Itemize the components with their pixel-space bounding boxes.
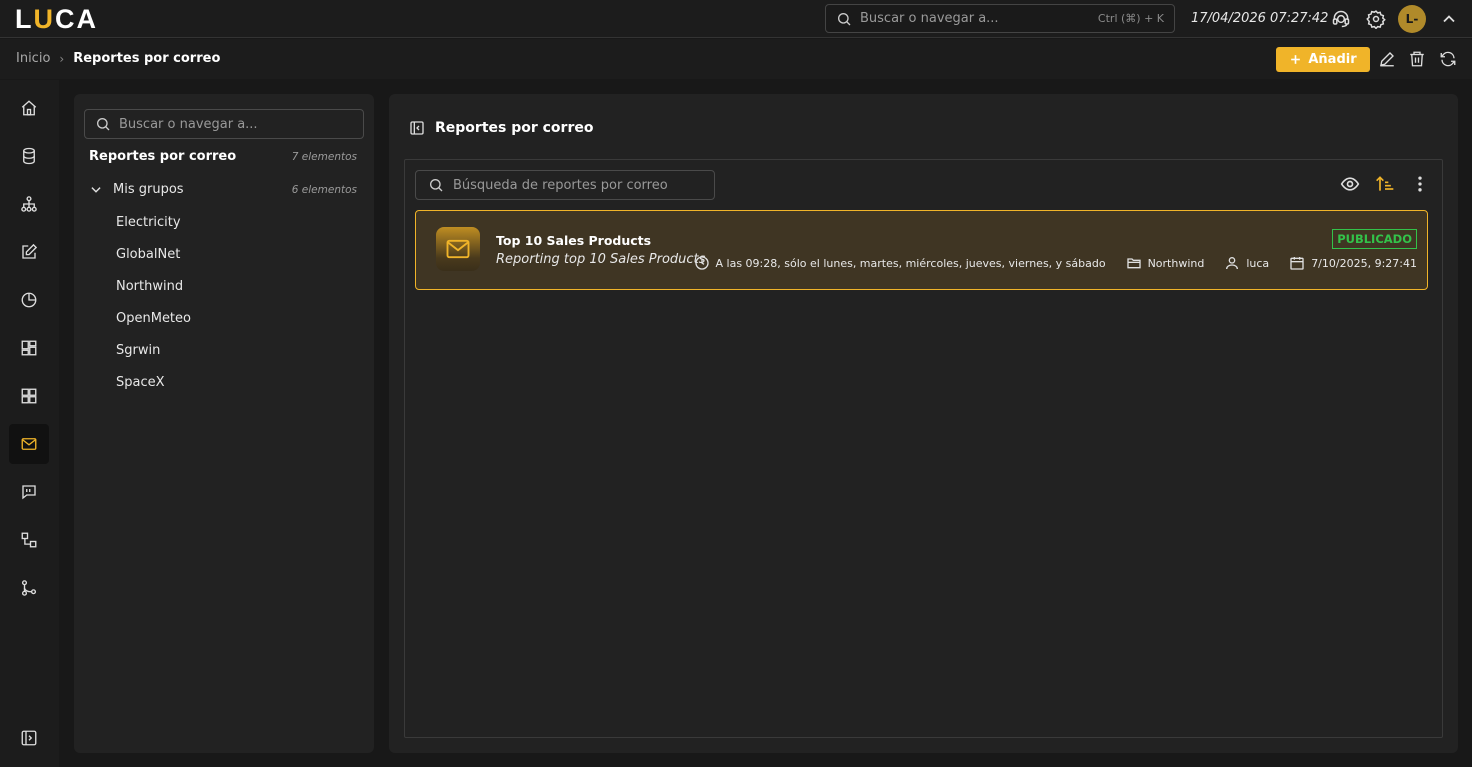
tree-panel: Buscar o navegar a... Reportes por corre… — [74, 94, 374, 753]
reports-search-placeholder: Búsqueda de reportes por correo — [453, 177, 668, 193]
tree-item-openmeteo[interactable]: OpenMeteo — [116, 311, 191, 326]
sidebar-expand-icon — [21, 730, 37, 746]
page-title: Reportes por correo — [435, 120, 594, 136]
nav-dashboards[interactable] — [9, 328, 49, 368]
main-header: Reportes por correo — [409, 120, 593, 136]
tree-title: Reportes por correo — [89, 149, 237, 164]
add-button[interactable]: Añadir — [1276, 47, 1370, 72]
chevron-up-icon[interactable] — [1439, 9, 1459, 29]
nav-models[interactable] — [9, 184, 49, 224]
eye-icon[interactable] — [1340, 174, 1360, 194]
search-icon — [838, 12, 851, 25]
trash-icon[interactable] — [1408, 50, 1426, 68]
luca-logo[interactable]: LUCA — [15, 4, 98, 35]
plus-icon — [1291, 55, 1301, 64]
refresh-icon[interactable] — [1439, 50, 1457, 68]
nav-apps[interactable] — [9, 376, 49, 416]
nav-expand[interactable] — [9, 718, 49, 758]
report-title: Top 10 Sales Products — [496, 233, 652, 248]
more-vertical-icon[interactable] — [1410, 174, 1430, 194]
clock-icon — [694, 256, 709, 270]
pencil-icon[interactable] — [1378, 50, 1396, 68]
report-mail-icon — [436, 227, 480, 271]
report-meta: A las 09:28, sólo el lunes, martes, miér… — [694, 255, 1417, 271]
gear-icon[interactable] — [1366, 9, 1386, 29]
nav-home[interactable] — [9, 88, 49, 128]
tree-search-placeholder: Buscar o navegar a... — [119, 116, 258, 132]
sort-ascending-icon[interactable] — [1375, 174, 1395, 194]
tree-search-input[interactable]: Buscar o navegar a... — [84, 109, 364, 139]
reports-list-container: Búsqueda de reportes por correo Top 10 S… — [404, 159, 1443, 738]
tree-item-sgrwin[interactable]: Sgrwin — [116, 343, 160, 358]
tree-item-northwind[interactable]: Northwind — [116, 279, 183, 294]
left-nav-rail — [0, 80, 59, 767]
calendar-icon — [1290, 257, 1304, 270]
search-icon — [430, 179, 443, 192]
status-badge: PUBLICADO — [1332, 229, 1417, 249]
report-date: 7/10/2025, 9:27:41 — [1311, 256, 1417, 270]
sub-bar: Inicio › Reportes por correo Añadir — [0, 39, 1472, 79]
user-icon — [1226, 257, 1239, 270]
home-icon — [21, 100, 37, 116]
hierarchy-icon — [21, 196, 37, 212]
tree-group-my-groups[interactable]: Mis grupos 6 elementos — [89, 182, 357, 197]
grid-icon — [21, 388, 37, 404]
breadcrumb-current: Reportes por correo — [73, 51, 221, 66]
add-button-label: Añadir — [1308, 52, 1357, 67]
nav-charts[interactable] — [9, 280, 49, 320]
database-icon — [23, 147, 35, 165]
global-search-placeholder: Buscar o navegar a... — [860, 11, 999, 26]
breadcrumb: Inicio › Reportes por correo — [16, 51, 220, 66]
folder-icon — [1126, 258, 1141, 269]
global-search-input[interactable]: Buscar o navegar a... Ctrl (⌘) + K — [825, 4, 1175, 33]
pie-chart-icon — [21, 292, 37, 308]
tree-count: 7 elementos — [291, 150, 357, 163]
nav-branches[interactable] — [9, 568, 49, 608]
nav-chat[interactable] — [9, 472, 49, 512]
nav-workflows[interactable] — [9, 520, 49, 560]
nav-email-reports[interactable] — [9, 424, 49, 464]
nav-data-sources[interactable] — [9, 136, 49, 176]
dashboard-icon — [21, 340, 37, 356]
search-shortcut-hint: Ctrl (⌘) + K — [1097, 12, 1164, 25]
tree-item-globalnet[interactable]: GlobalNet — [116, 247, 180, 262]
main-panel: Reportes por correo Búsqueda de reportes… — [389, 94, 1458, 753]
tree-group-label: Mis grupos — [113, 182, 184, 197]
support-agent-icon[interactable] — [1331, 9, 1351, 29]
chat-icon — [22, 485, 36, 500]
mail-icon — [21, 438, 37, 450]
report-subtitle: Reporting top 10 Sales Products — [496, 252, 706, 267]
collapse-panel-icon[interactable] — [409, 120, 425, 136]
edit-icon — [22, 243, 38, 259]
tree-item-electricity[interactable]: Electricity — [116, 215, 181, 230]
report-folder: Northwind — [1147, 256, 1205, 270]
breadcrumb-home-link[interactable]: Inicio — [16, 51, 50, 66]
reports-search-input[interactable]: Búsqueda de reportes por correo — [415, 170, 715, 200]
current-datetime: 17/04/2026 07:27:42 — [1191, 11, 1329, 26]
branch-icon — [21, 580, 37, 596]
tree-group-count: 6 elementos — [291, 183, 357, 196]
report-schedule: A las 09:28, sólo el lunes, martes, miér… — [715, 256, 1106, 270]
tree-item-spacex[interactable]: SpaceX — [116, 375, 165, 390]
report-owner: luca — [1246, 256, 1270, 270]
nav-editor[interactable] — [9, 232, 49, 272]
top-bar: LUCA Buscar o navegar a... Ctrl (⌘) + K … — [0, 0, 1472, 38]
chevron-down-icon — [91, 186, 101, 193]
report-card[interactable]: Top 10 Sales Products Reporting top 10 S… — [415, 210, 1428, 290]
search-icon — [97, 118, 110, 131]
breadcrumb-separator: › — [59, 51, 65, 66]
workflow-icon — [21, 532, 37, 548]
user-avatar[interactable]: L- — [1398, 5, 1426, 33]
tree-header: Reportes por correo 7 elementos — [89, 149, 357, 164]
